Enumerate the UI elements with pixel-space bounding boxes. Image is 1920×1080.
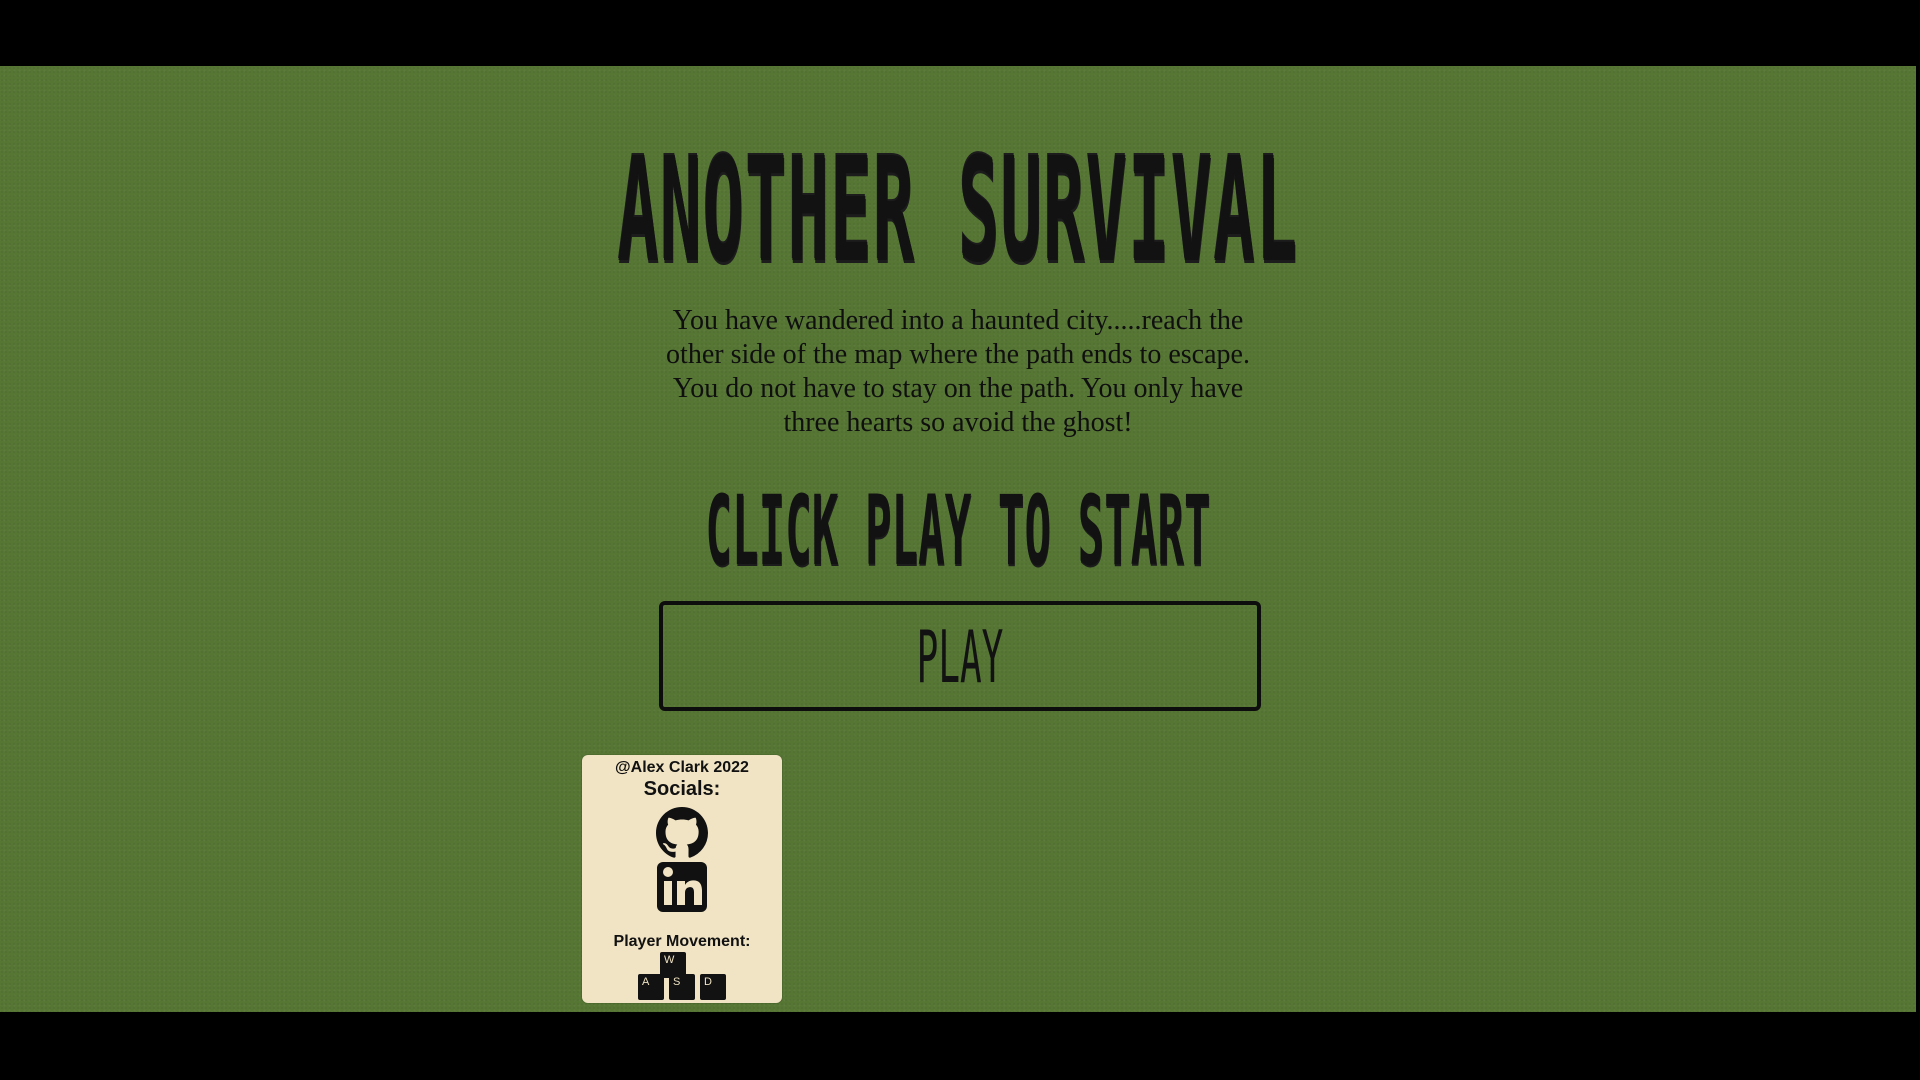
play-button-label: PLAY [916, 615, 1004, 699]
game-title: ANOTHER SURVIVAL [617, 126, 1299, 294]
linkedin-icon [657, 862, 707, 912]
copyright-text: @Alex Clark 2022 [615, 759, 749, 776]
linkedin-link[interactable] [656, 861, 708, 913]
letterbox-right [1916, 66, 1920, 1012]
play-button[interactable]: PLAY [659, 601, 1261, 711]
key-a: A [638, 974, 664, 1000]
github-icon [656, 807, 708, 858]
movement-heading: Player Movement: [613, 933, 751, 950]
key-s: S [669, 974, 695, 1000]
game-screen: ANOTHER SURVIVAL You have wandered into … [0, 66, 1916, 1012]
letterbox-bottom [0, 1012, 1920, 1080]
info-card: @Alex Clark 2022 Socials: Player Movemen… [582, 755, 782, 1003]
start-prompt: CLICK PLAY TO START [705, 475, 1211, 587]
letterbox-top [0, 0, 1920, 66]
github-link[interactable] [656, 807, 708, 859]
socials-heading: Socials: [643, 778, 721, 800]
intro-text: You have wandered into a haunted city...… [666, 305, 1250, 438]
key-d: D [700, 974, 726, 1000]
